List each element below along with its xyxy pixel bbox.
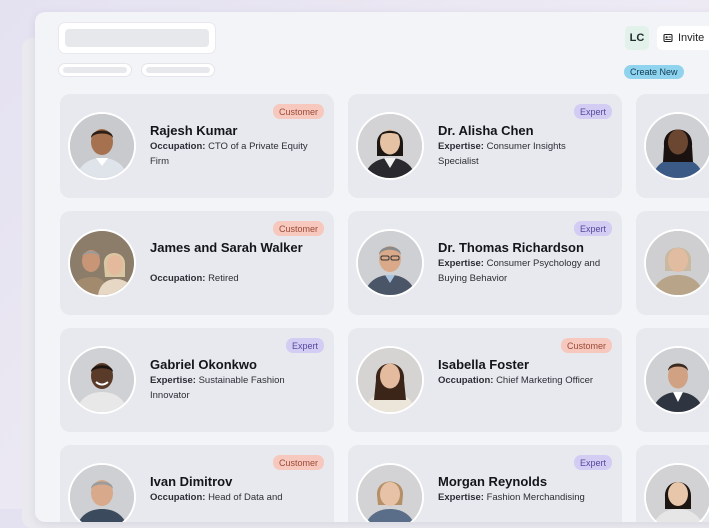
detail-label: Occupation: [150,273,206,284]
detail-label: Expertise: [150,375,196,386]
search-placeholder-bar [65,29,209,47]
persona-name: James and Sarah Walker [150,240,303,255]
avatar [358,465,422,522]
persona-card[interactable]: Expert Morgan Reynolds Expertise: Fashio… [348,445,622,522]
detail-label: Expertise: [438,492,484,503]
persona-detail: Expertise: Consumer Insights Specialist [438,140,608,169]
customer-badge: Customer [560,338,612,353]
detail-value: Retired [208,273,239,284]
avatar [358,114,422,178]
avatar [70,114,134,178]
persona-detail: Expertise: Fashion Merchandising [438,491,608,506]
invite-button[interactable]: Invite [657,26,709,50]
filter-pill-1[interactable] [59,64,131,76]
customer-badge: Customer [272,104,324,119]
detail-label: Expertise: [438,258,484,269]
persona-name: Ivan Dimitrov [150,474,233,489]
avatar [70,231,134,295]
invite-label: Invite [678,32,705,44]
persona-card[interactable]: Customer Rajesh Kumar Occupation: CTO of… [60,94,334,198]
customer-badge: Customer [272,221,324,236]
persona-card[interactable]: Customer Ivan Dimitrov Occupation: Head … [60,445,334,522]
search-input[interactable] [59,23,215,53]
detail-label: Occupation: [150,492,206,503]
detail-value: Fashion Merchandising [486,492,585,503]
avatar [646,465,709,522]
persona-detail: Occupation: CTO of a Private Equity Firm [150,140,320,169]
expert-badge: Expert [573,221,612,236]
persona-card[interactable]: Expert Gabriel Okonkwo Expertise: Sustai… [60,328,334,432]
detail-label: Expertise: [438,141,484,152]
persona-card[interactable]: Customer James and Sarah Walker Occupati… [60,211,334,315]
user-avatar[interactable]: LC [625,26,649,50]
detail-label: Occupation: [438,375,494,386]
persona-name: Gabriel Okonkwo [150,357,257,372]
persona-card-partial[interactable] [636,211,709,315]
avatar [646,114,709,178]
persona-detail: Occupation: Chief Marketing Officer [438,374,608,389]
filter-pill-bar [63,67,127,73]
persona-name: Rajesh Kumar [150,123,238,138]
persona-detail: Occupation: Head of Data and [150,491,320,506]
persona-name: Morgan Reynolds [438,474,548,489]
create-new-button[interactable]: Create New [624,65,684,79]
avatar [358,348,422,412]
filter-pill-2[interactable] [142,64,214,76]
persona-card[interactable]: Expert Dr. Thomas Richardson Expertise: … [348,211,622,315]
detail-value: Head of Data and [208,492,283,503]
invite-icon [663,33,673,43]
avatar [70,465,134,522]
persona-card-partial[interactable] [636,445,709,522]
persona-card[interactable]: Expert Dr. Alisha Chen Expertise: Consum… [348,94,622,198]
persona-card-partial[interactable] [636,328,709,432]
persona-detail: Expertise: Consumer Psychology and Buyin… [438,257,608,286]
avatar [646,231,709,295]
detail-value: Chief Marketing Officer [496,375,594,386]
expert-badge: Expert [573,455,612,470]
persona-card[interactable]: Customer Isabella Foster Occupation: Chi… [348,328,622,432]
persona-name: Isabella Foster [438,357,530,372]
persona-card-partial[interactable] [636,94,709,198]
avatar [70,348,134,412]
persona-name: Dr. Thomas Richardson [438,240,584,255]
persona-detail: Expertise: Sustainable Fashion Innovator [150,374,320,403]
expert-badge: Expert [573,104,612,119]
detail-label: Occupation: [150,141,206,152]
avatar [646,348,709,412]
main-panel: LC Invite Create New Customer Rajesh Kum… [35,12,709,522]
avatar [358,231,422,295]
persona-detail: Occupation: Retired [150,272,320,287]
customer-badge: Customer [272,455,324,470]
expert-badge: Expert [285,338,324,353]
persona-name: Dr. Alisha Chen [438,123,534,138]
filter-pill-bar [146,67,210,73]
